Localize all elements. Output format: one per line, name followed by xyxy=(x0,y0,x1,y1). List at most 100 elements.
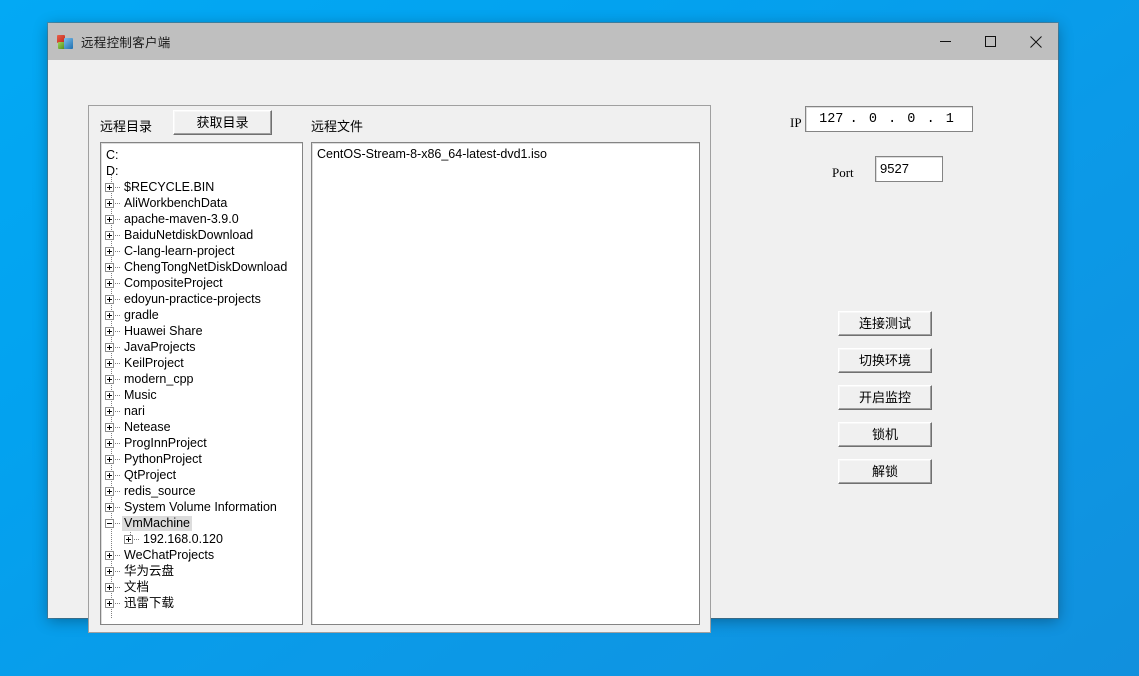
ip-label: IP xyxy=(790,115,802,130)
tree-node[interactable]: edoyun-practice-projects xyxy=(105,291,302,307)
tree-node[interactable]: ChengTongNetDiskDownload xyxy=(105,259,302,275)
close-icon[interactable] xyxy=(1013,23,1058,60)
start-monitoring-button[interactable]: 开启监控 xyxy=(838,385,932,410)
tree-node-label: 迅雷下载 xyxy=(124,595,175,610)
expand-plus-icon[interactable] xyxy=(105,470,114,480)
tree-node[interactable]: 迅雷下载 xyxy=(105,595,302,611)
tree-connector-dash xyxy=(115,474,120,476)
tree-node[interactable]: ProgInnProject xyxy=(105,435,302,451)
tree-connector-dash xyxy=(115,266,120,268)
tree-node[interactable]: VmMachine xyxy=(105,515,302,531)
tree-node[interactable]: $RECYCLE.BIN xyxy=(105,179,302,195)
tree-connector-dash xyxy=(115,410,120,412)
tree-node[interactable]: System Volume Information xyxy=(105,499,302,515)
tree-connector-dash xyxy=(115,330,120,332)
tree-connector-dash xyxy=(115,202,120,204)
maximize-icon[interactable] xyxy=(968,23,1013,60)
app-blocks-icon xyxy=(57,34,73,50)
tree-node-label: PythonProject xyxy=(124,451,202,466)
lock-machine-button[interactable]: 锁机 xyxy=(838,422,932,447)
expand-plus-icon[interactable] xyxy=(105,598,114,608)
expand-plus-icon[interactable] xyxy=(105,566,114,576)
tree-node-label: 192.168.0.120 xyxy=(143,531,223,546)
expand-plus-icon[interactable] xyxy=(105,246,114,256)
tree-connector-dash xyxy=(134,538,139,540)
expand-plus-icon[interactable] xyxy=(105,294,114,304)
port-input[interactable]: 9527 xyxy=(875,156,943,182)
file-list-item[interactable]: CentOS-Stream-8-x86_64-latest-dvd1.iso xyxy=(315,146,699,163)
tree-node-label: 华为云盘 xyxy=(124,563,175,578)
tree-node[interactable]: PythonProject xyxy=(105,451,302,467)
tree-node[interactable]: Netease xyxy=(105,419,302,435)
tree-connector-dash xyxy=(115,314,120,316)
expand-plus-icon[interactable] xyxy=(105,454,114,464)
tree-node[interactable]: WeChatProjects xyxy=(105,547,302,563)
title-bar[interactable]: 远程控制客户端 xyxy=(48,23,1058,60)
tree-node-label: redis_source xyxy=(124,483,196,498)
tree-node[interactable]: gradle xyxy=(105,307,302,323)
tree-connector-dash xyxy=(115,426,120,428)
tree-node[interactable]: 华为云盘 xyxy=(105,563,302,579)
expand-plus-icon[interactable] xyxy=(105,358,114,368)
expand-plus-icon[interactable] xyxy=(105,182,114,192)
tree-node[interactable]: BaiduNetdiskDownload xyxy=(105,227,302,243)
tree-node-label: 文档 xyxy=(124,579,150,594)
expand-plus-icon[interactable] xyxy=(105,214,114,224)
expand-plus-icon[interactable] xyxy=(105,278,114,288)
tree-node[interactable]: C: xyxy=(105,147,302,163)
expand-plus-icon[interactable] xyxy=(105,262,114,272)
expand-plus-icon[interactable] xyxy=(105,422,114,432)
window-title: 远程控制客户端 xyxy=(81,36,171,50)
expand-plus-icon[interactable] xyxy=(124,534,133,544)
remote-directory-tree[interactable]: C: D: $RECYCLE.BIN AliWorkbenchData apache-m… xyxy=(100,142,303,625)
tree-node-label: Netease xyxy=(124,419,171,434)
tree-node[interactable]: CompositeProject xyxy=(105,275,302,291)
ip-separator-1: . xyxy=(849,111,858,127)
expand-plus-icon[interactable] xyxy=(105,438,114,448)
expand-plus-icon[interactable] xyxy=(105,502,114,512)
tree-node[interactable]: Music xyxy=(105,387,302,403)
tree-node[interactable]: apache-maven-3.9.0 xyxy=(105,211,302,227)
tree-node-label: KeilProject xyxy=(124,355,184,370)
ip-address-input[interactable]: 127 . 0 . 0 . 1 xyxy=(805,106,973,132)
expand-plus-icon[interactable] xyxy=(105,326,114,336)
ip-octet-1: 127 xyxy=(819,111,844,127)
tree-connector-dash xyxy=(115,282,120,284)
tree-node[interactable]: C-lang-learn-project xyxy=(105,243,302,259)
expand-plus-icon[interactable] xyxy=(105,550,114,560)
tree-node[interactable]: nari xyxy=(105,403,302,419)
tree-node[interactable]: JavaProjects xyxy=(105,339,302,355)
tree-node[interactable]: modern_cpp xyxy=(105,371,302,387)
expand-plus-icon[interactable] xyxy=(105,486,114,496)
tree-node[interactable]: redis_source xyxy=(105,483,302,499)
minimize-icon[interactable] xyxy=(923,23,968,60)
tree-node[interactable]: 文档 xyxy=(105,579,302,595)
remote-browser-panel: 远程目录 获取目录 远程文件 C: D: $RECYCLE.BIN AliWorkbe… xyxy=(88,105,711,633)
application-window: 远程控制客户端 远程目录 获取目录 远程文件 C: D: $RECYCLE.BI… xyxy=(48,23,1058,633)
expand-plus-icon[interactable] xyxy=(105,374,114,384)
tree-connector-dash xyxy=(115,586,120,588)
expand-plus-icon[interactable] xyxy=(105,390,114,400)
tree-node[interactable]: Huawei Share xyxy=(105,323,302,339)
remote-file-list[interactable]: CentOS-Stream-8-x86_64-latest-dvd1.iso xyxy=(311,142,700,625)
collapse-minus-icon[interactable] xyxy=(105,518,114,528)
tree-node-label: modern_cpp xyxy=(124,371,194,386)
expand-plus-icon[interactable] xyxy=(105,310,114,320)
tree-body: C: D: $RECYCLE.BIN AliWorkbenchData apache-m… xyxy=(105,147,302,611)
expand-plus-icon[interactable] xyxy=(105,342,114,352)
expand-plus-icon[interactable] xyxy=(105,406,114,416)
tree-node[interactable]: KeilProject xyxy=(105,355,302,371)
file-list-body: CentOS-Stream-8-x86_64-latest-dvd1.iso xyxy=(315,146,699,163)
fetch-directory-button[interactable]: 获取目录 xyxy=(173,110,272,135)
tree-node[interactable]: QtProject xyxy=(105,467,302,483)
tree-node[interactable]: AliWorkbenchData xyxy=(105,195,302,211)
expand-plus-icon[interactable] xyxy=(105,198,114,208)
connection-test-button[interactable]: 连接测试 xyxy=(838,311,932,336)
unlock-button[interactable]: 解锁 xyxy=(838,459,932,484)
tree-node[interactable]: D: xyxy=(105,163,302,179)
switch-environment-button[interactable]: 切换环境 xyxy=(838,348,932,373)
expand-plus-icon[interactable] xyxy=(105,230,114,240)
client-area: 远程目录 获取目录 远程文件 C: D: $RECYCLE.BIN AliWorkbe… xyxy=(48,60,1058,633)
tree-node[interactable]: 192.168.0.120 xyxy=(105,531,302,547)
expand-plus-icon[interactable] xyxy=(105,582,114,592)
